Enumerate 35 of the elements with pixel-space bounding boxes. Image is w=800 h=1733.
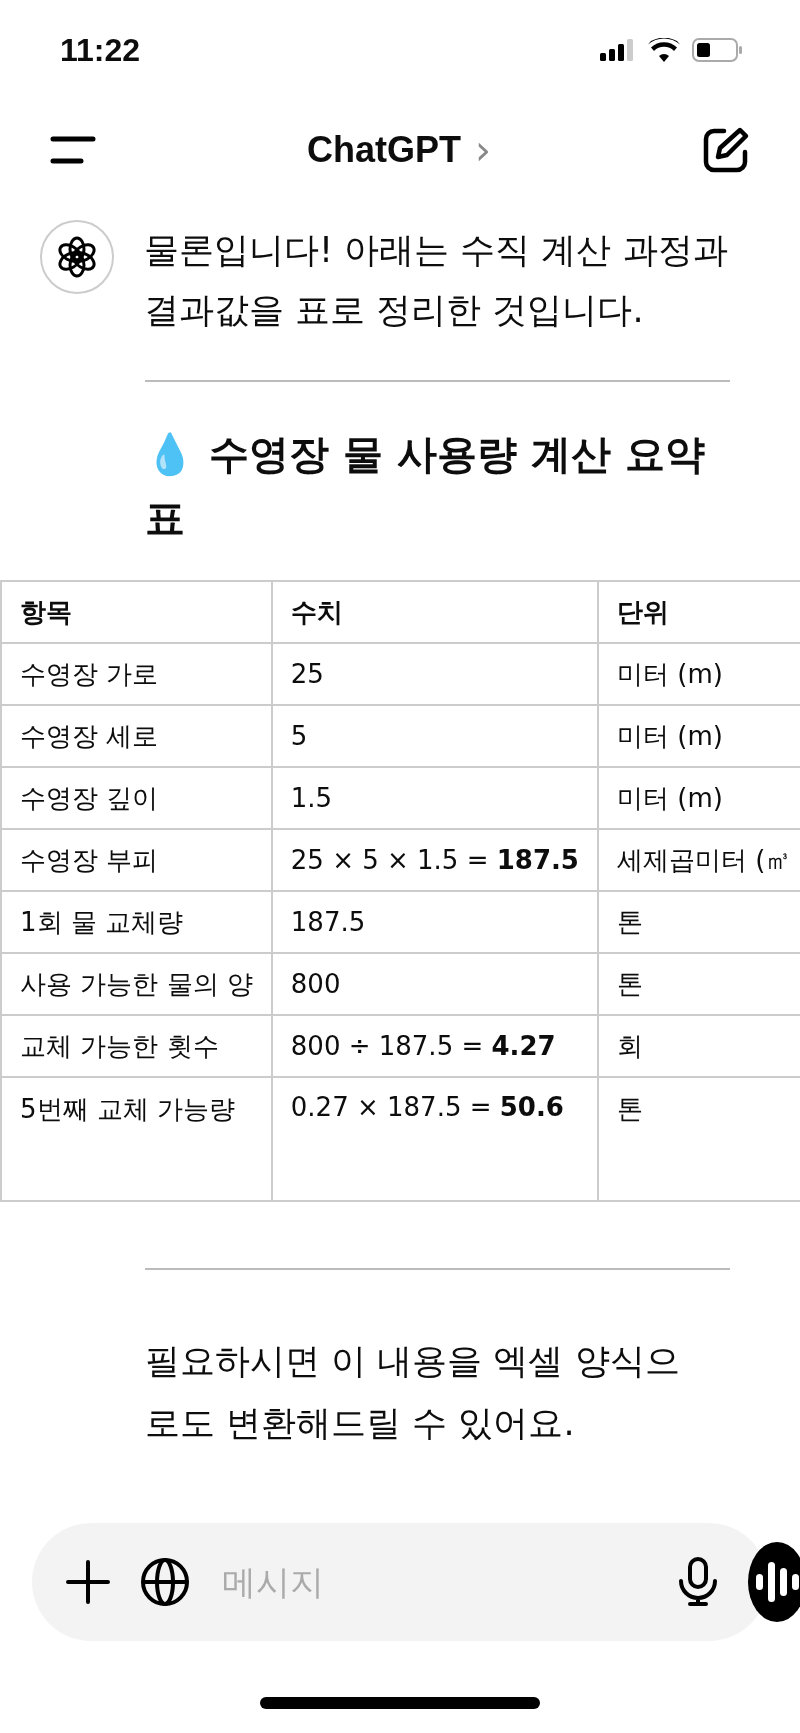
table-cell: 800: [271, 953, 598, 1015]
table-cell: 5: [271, 705, 598, 767]
chat-title[interactable]: ChatGPT: [307, 129, 461, 171]
table-cell: 수영장 세로: [1, 705, 272, 767]
status-time: 11:22: [60, 31, 141, 69]
message-input[interactable]: 메시지: [220, 1561, 648, 1603]
table-cell: 25 × 5 × 1.5 = 187.5: [271, 829, 598, 891]
table-cell: 수영장 부피: [1, 829, 272, 891]
menu-icon[interactable]: [50, 136, 96, 164]
column-header: 항목: [1, 581, 272, 643]
table-cell: 187.5: [271, 891, 598, 953]
table-cell: 25: [271, 643, 598, 705]
table-cell: 1회 물 교체량: [1, 891, 272, 953]
wifi-icon: [648, 38, 680, 62]
plus-icon[interactable]: [66, 1560, 110, 1604]
table-cell: 800 ÷ 187.5 = 4.27: [271, 1015, 598, 1077]
table-heading: 💧 수영장 물 사용량 계산 요약표: [145, 430, 706, 543]
voice-button[interactable]: [748, 1542, 800, 1622]
table-cell: 교체 가능한 횟수: [1, 1015, 272, 1077]
new-chat-icon[interactable]: [702, 126, 750, 174]
table-cell: 수영장 가로: [1, 643, 272, 705]
globe-icon[interactable]: [140, 1557, 190, 1607]
column-header: 단위: [597, 581, 800, 643]
message-text: 물론입니다! 아래는 수직 계산 과정과 결과값을 표로 정리한 것입니다.: [144, 229, 729, 332]
microphone-icon[interactable]: [678, 1557, 718, 1607]
table-cell: 5번째 교체 가능량: [1, 1077, 272, 1201]
column-header: 수치: [271, 581, 598, 643]
table-cell: 1.5: [271, 767, 598, 829]
table-cell: 수영장 깊이: [1, 767, 272, 829]
table-cell: 사용 가능한 물의 양: [1, 953, 272, 1015]
signal-icon: [600, 39, 636, 61]
message-text: 필요하시면 이 내용을 엑셀 양식으로도 변환해드릴 수 있어요.: [145, 1340, 680, 1445]
battery-icon: [692, 38, 742, 62]
chevron-icon[interactable]: ›: [475, 127, 491, 173]
table-cell: 0.27 × 187.5 = 50.6: [271, 1077, 598, 1201]
